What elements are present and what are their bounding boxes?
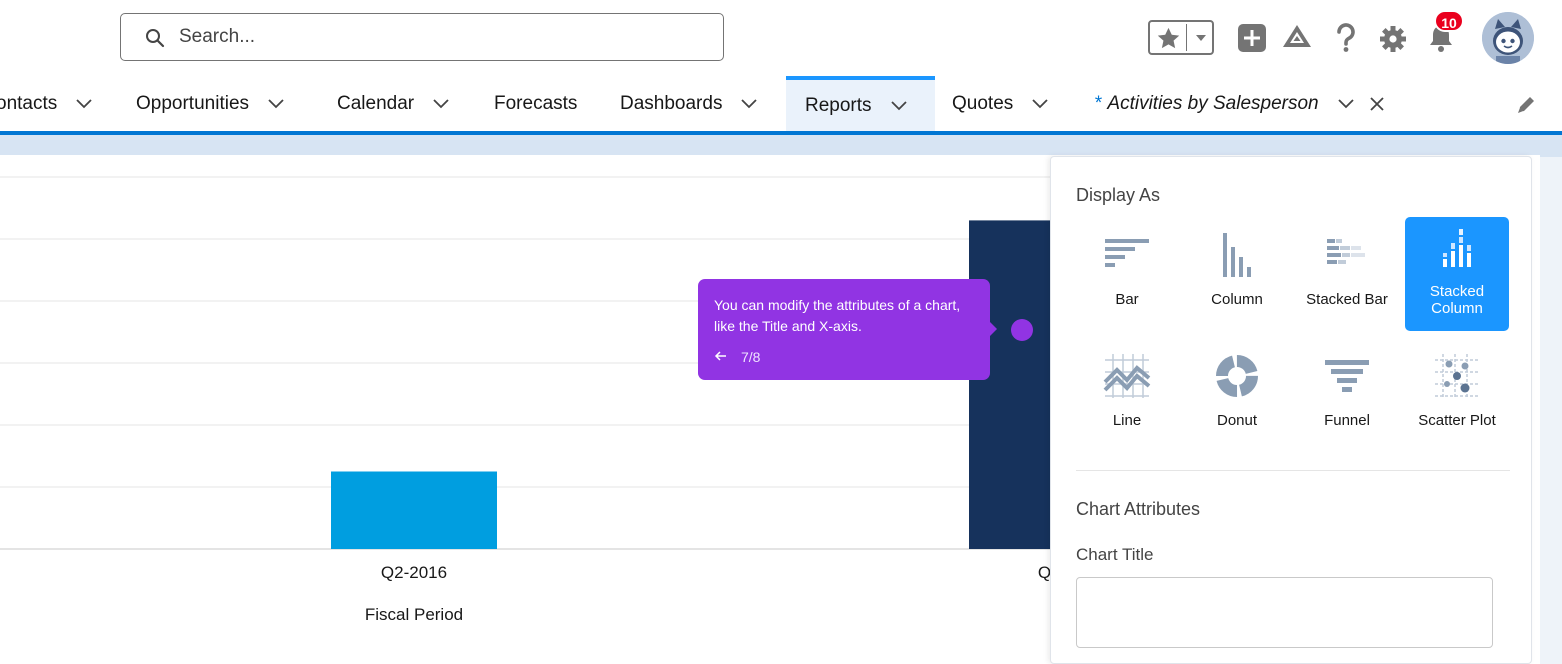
tooltip-text: You can modify the attributes of a chart… bbox=[714, 297, 961, 334]
tooltip-beacon[interactable] bbox=[1011, 319, 1033, 341]
chart-type-funnel[interactable]: Funnel bbox=[1295, 338, 1399, 452]
nav-item-label: Forecasts bbox=[494, 92, 578, 114]
chevron-down-icon[interactable] bbox=[432, 98, 450, 110]
help-icon[interactable] bbox=[1330, 20, 1362, 54]
donut-chart-icon bbox=[1216, 355, 1258, 397]
nav-item-contacts[interactable]: ontacts bbox=[0, 76, 93, 131]
bar-chart-icon bbox=[1105, 239, 1149, 267]
chart-x-axis-title: Fiscal Period bbox=[365, 605, 463, 624]
chevron-down-icon[interactable] bbox=[740, 98, 758, 110]
chevron-down-icon[interactable] bbox=[1337, 98, 1355, 110]
chevron-down-icon[interactable] bbox=[75, 98, 93, 110]
chart-type-scatter-plot[interactable]: Scatter Plot bbox=[1405, 338, 1509, 452]
chevron-down-icon[interactable] bbox=[890, 100, 908, 112]
tooltip-step-counter: 7/8 bbox=[741, 349, 761, 365]
nav-item-quotes[interactable]: Quotes bbox=[952, 76, 1049, 131]
close-tab-icon[interactable] bbox=[1369, 96, 1385, 112]
chart-type-bar[interactable]: Bar bbox=[1075, 217, 1179, 331]
chart-title-label: Chart Title bbox=[1076, 545, 1154, 564]
edit-nav-pencil-icon[interactable] bbox=[1515, 94, 1537, 116]
workspace-tab-activities-by-salesperson[interactable]: * Activities by Salesperson bbox=[1094, 76, 1385, 131]
chart-type-label: Stacked Bar bbox=[1306, 291, 1388, 308]
chart-type-label: Funnel bbox=[1324, 412, 1370, 429]
panel-divider bbox=[1076, 470, 1510, 471]
chart-type-stacked-column[interactable]: Stacked Column bbox=[1405, 217, 1509, 331]
notification-count-badge: 10 bbox=[1434, 10, 1464, 32]
favorites-divider bbox=[1186, 24, 1187, 51]
star-icon bbox=[1157, 27, 1180, 49]
stacked-column-chart-icon bbox=[1443, 229, 1471, 267]
astro-avatar-icon bbox=[1482, 12, 1534, 64]
chart-type-label: Line bbox=[1112, 412, 1142, 429]
chart-bar[interactable] bbox=[969, 220, 1060, 549]
chart-attributes-heading: Chart Attributes bbox=[1076, 499, 1201, 519]
chart-type-label: Donut bbox=[1216, 412, 1258, 429]
chart-type-stacked-bar[interactable]: Stacked Bar bbox=[1295, 217, 1399, 331]
favorites-button[interactable] bbox=[1148, 20, 1214, 55]
nav-item-forecasts[interactable]: Forecasts bbox=[494, 76, 577, 131]
line-chart-icon bbox=[1103, 354, 1151, 398]
column-chart-icon bbox=[1223, 233, 1251, 277]
user-avatar[interactable] bbox=[1482, 12, 1534, 64]
nav-item-label: Quotes bbox=[952, 92, 1014, 114]
chart-type-label: Scatter Plot bbox=[1418, 412, 1496, 429]
nav-item-label: Reports bbox=[805, 94, 872, 116]
setup-gear-icon[interactable] bbox=[1377, 20, 1409, 54]
chart-type-donut[interactable]: Donut bbox=[1185, 338, 1289, 452]
chevron-down-icon[interactable] bbox=[1031, 98, 1049, 110]
nav-item-label: Dashboards bbox=[620, 92, 723, 114]
global-header: 10 bbox=[0, 0, 1562, 76]
display-as-heading: Display As bbox=[1076, 185, 1161, 205]
tooltip-pointer bbox=[988, 320, 997, 338]
trailhead-icon[interactable] bbox=[1281, 20, 1313, 54]
nav-item-opportunities[interactable]: Opportunities bbox=[136, 76, 285, 131]
search-icon bbox=[146, 29, 165, 48]
chart-type-line[interactable]: Line bbox=[1075, 338, 1179, 452]
nav-item-label: Calendar bbox=[337, 92, 415, 114]
chart-title-input[interactable] bbox=[1076, 577, 1493, 648]
unsaved-indicator: * bbox=[1094, 92, 1102, 114]
global-actions-add-icon[interactable] bbox=[1236, 20, 1268, 54]
funnel-chart-icon bbox=[1325, 360, 1369, 392]
nav-item-label: ontacts bbox=[0, 92, 58, 114]
nav-item-label: Opportunities bbox=[136, 92, 250, 114]
chart-type-label: Stacked Column bbox=[1429, 283, 1485, 317]
chevron-down-icon[interactable] bbox=[267, 98, 285, 110]
scatter-plot-icon bbox=[1435, 354, 1479, 398]
chart-type-label: Bar bbox=[1115, 291, 1139, 308]
chart-x-tick-label: Q2-2016 bbox=[381, 563, 447, 582]
chart-type-label: Column bbox=[1211, 291, 1263, 308]
chart-properties-panel: Display As Bar Column Stacked Bar Stacke… bbox=[1050, 156, 1532, 664]
global-search[interactable] bbox=[120, 13, 724, 61]
nav-item-calendar[interactable]: Calendar bbox=[337, 76, 450, 131]
nav-item-dashboards[interactable]: Dashboards bbox=[620, 76, 758, 131]
search-input[interactable] bbox=[179, 24, 699, 50]
caret-down-icon[interactable] bbox=[1193, 30, 1209, 46]
guidance-tooltip: You can modify the attributes of a chart… bbox=[698, 279, 990, 380]
chart-type-column[interactable]: Column bbox=[1185, 217, 1289, 331]
chart-bar[interactable] bbox=[331, 471, 497, 550]
app-navigation-bar: ontacts Opportunities Calendar Forecasts… bbox=[0, 76, 1562, 131]
back-arrow-icon[interactable] bbox=[714, 349, 728, 363]
stacked-bar-chart-icon bbox=[1327, 239, 1365, 264]
nav-item-reports[interactable]: Reports bbox=[786, 76, 935, 131]
workspace-tab-label: Activities by Salesperson bbox=[1107, 92, 1319, 114]
report-chart: Q2-2016Q1- Fiscal Period bbox=[0, 176, 1060, 624]
